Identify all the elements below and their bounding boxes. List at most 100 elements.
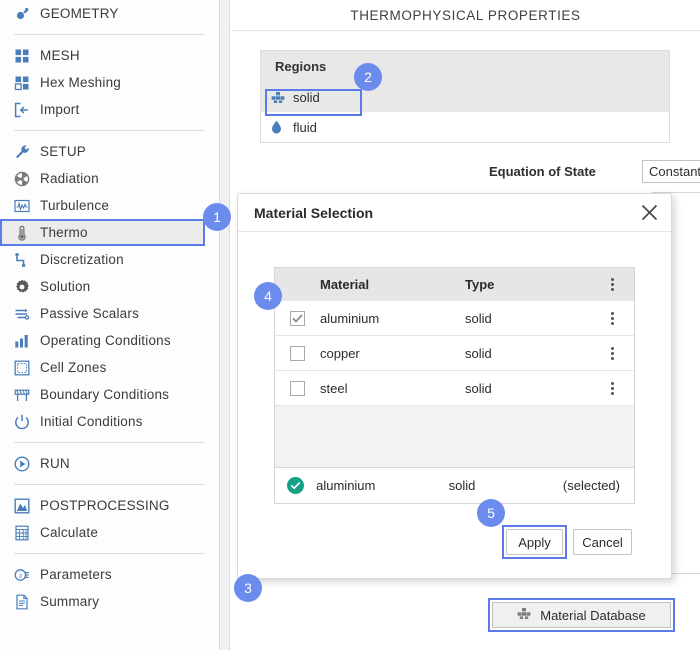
sidebar-item-summary[interactable]: Summary: [0, 588, 219, 615]
sidebar-item-run[interactable]: RUN: [0, 450, 219, 477]
cell-type: solid: [465, 310, 492, 326]
summary-icon: [14, 592, 40, 612]
cell-type: solid: [465, 380, 492, 396]
passive-scalars-icon: [14, 304, 40, 324]
sidebar-item-import[interactable]: Import: [0, 96, 219, 123]
mesh-icon: [14, 46, 40, 66]
table-row[interactable]: aluminium solid: [275, 300, 634, 335]
material-selection-dialog: Material Selection Material Type alumini…: [237, 193, 672, 579]
calculate-icon: [14, 523, 40, 543]
sidebar-item-label: Radiation: [40, 171, 99, 186]
cell-material: steel: [320, 380, 348, 396]
sidebar-item-label: Calculate: [40, 525, 99, 540]
solid-blocks-icon: [517, 607, 531, 623]
sidebar-item-radiation[interactable]: Radiation: [0, 165, 219, 192]
kebab-menu-icon[interactable]: [590, 311, 634, 325]
region-solid-focus-highlight: [265, 89, 362, 116]
sidebar-item-label: SETUP: [40, 144, 87, 159]
sidebar-separator: [14, 34, 205, 35]
sidebar-item-label: Discretization: [40, 252, 124, 267]
table-header-row: Material Type: [275, 268, 634, 300]
page-title: THERMOPHYSICAL PROPERTIES: [231, 0, 700, 31]
sidebar-item-cell-zones[interactable]: Cell Zones: [0, 354, 219, 381]
turbulence-icon: [14, 196, 40, 216]
sidebar-item-label: Operating Conditions: [40, 333, 171, 348]
step-badge-2: 2: [354, 63, 382, 91]
kebab-menu-icon-header[interactable]: [590, 277, 634, 291]
initial-conditions-icon: [14, 412, 40, 432]
sidebar-item-label: Import: [40, 102, 80, 117]
column-header-type: Type: [465, 276, 495, 292]
check-icon: [292, 313, 303, 323]
row-checkbox-steel[interactable]: [275, 380, 320, 396]
cell-zones-icon: [14, 358, 40, 378]
sidebar-scrollbar[interactable]: [220, 0, 230, 650]
sidebar-item-label: POSTPROCESSING: [40, 498, 170, 513]
equation-of-state-value: Constant Density: [649, 164, 700, 179]
close-icon[interactable]: [627, 194, 671, 232]
import-icon: [14, 100, 40, 120]
apply-button[interactable]: Apply: [506, 529, 563, 555]
step-badge-4: 4: [254, 282, 282, 310]
boundary-conditions-icon: [14, 385, 40, 405]
selected-material-name: aluminium: [316, 478, 376, 493]
sidebar-item-label: Initial Conditions: [40, 414, 143, 429]
sidebar-item-parameters[interactable]: a Parameters: [0, 561, 219, 588]
material-database-button-label: Material Database: [540, 607, 646, 623]
sidebar-separator: [14, 442, 205, 443]
sidebar-item-boundary-conditions[interactable]: Boundary Conditions: [0, 381, 219, 408]
radiation-icon: [14, 169, 40, 189]
region-row-fluid[interactable]: fluid: [261, 112, 669, 142]
row-checkbox-copper[interactable]: [275, 345, 320, 361]
material-database-button[interactable]: Material Database: [492, 602, 671, 628]
parameters-icon: a: [14, 565, 40, 585]
sidebar: GEOMETRY MESH Hex Meshing Import SETUP Radiat…: [0, 0, 220, 650]
sidebar-separator: [14, 484, 205, 485]
sidebar-item-postprocessing[interactable]: POSTPROCESSING: [0, 492, 219, 519]
sidebar-item-discretization[interactable]: Discretization: [0, 246, 219, 273]
sidebar-item-operating-conditions[interactable]: Operating Conditions: [0, 327, 219, 354]
kebab-menu-icon[interactable]: [590, 346, 634, 360]
region-label-fluid: fluid: [293, 119, 317, 135]
sidebar-item-thermo[interactable]: Thermo: [0, 219, 205, 246]
equation-of-state-label: Equation of State: [489, 164, 596, 179]
sidebar-item-label: Passive Scalars: [40, 306, 140, 321]
sidebar-item-label: Boundary Conditions: [40, 387, 170, 402]
equation-of-state-select[interactable]: Constant Density: [642, 160, 700, 183]
sidebar-item-solution[interactable]: Solution: [0, 273, 219, 300]
water-drop-icon: [271, 120, 293, 134]
sidebar-item-passive-scalars[interactable]: Passive Scalars: [0, 300, 219, 327]
selected-material-row: aluminium solid (selected): [275, 467, 634, 503]
row-checkbox-aluminium[interactable]: [275, 310, 320, 326]
kebab-menu-icon[interactable]: [590, 381, 634, 395]
table-row[interactable]: copper solid: [275, 335, 634, 370]
step-badge-3: 3: [234, 574, 262, 602]
gear-icon: [14, 277, 40, 297]
sidebar-item-mesh[interactable]: MESH: [0, 42, 219, 69]
sidebar-item-setup[interactable]: SETUP: [0, 138, 219, 165]
green-check-icon: [275, 477, 316, 494]
cancel-button[interactable]: Cancel: [573, 529, 632, 555]
sidebar-item-label: Summary: [40, 594, 100, 609]
operating-conditions-icon: [14, 331, 40, 351]
table-row[interactable]: steel solid: [275, 370, 634, 405]
sidebar-separator: [14, 130, 205, 131]
sidebar-item-label: GEOMETRY: [40, 6, 119, 21]
sidebar-item-calculate[interactable]: Calculate: [0, 519, 219, 546]
postprocessing-icon: [14, 496, 40, 516]
sidebar-item-turbulence[interactable]: Turbulence: [0, 192, 219, 219]
hex-meshing-icon: [14, 73, 40, 93]
column-header-material: Material: [320, 276, 370, 292]
selected-status-label: (selected): [562, 478, 620, 493]
thermometer-icon: [14, 223, 40, 243]
sidebar-item-geometry[interactable]: GEOMETRY: [0, 0, 219, 27]
sidebar-item-hex-meshing[interactable]: Hex Meshing: [0, 69, 219, 96]
sidebar-item-initial-conditions[interactable]: Initial Conditions: [0, 408, 219, 435]
app-window: GEOMETRY MESH Hex Meshing Import SETUP Radiat…: [0, 0, 700, 650]
discretization-icon: [14, 250, 40, 270]
step-badge-5: 5: [477, 499, 505, 527]
sidebar-item-label: Cell Zones: [40, 360, 107, 375]
cell-material: aluminium: [320, 310, 380, 326]
sidebar-separator: [14, 553, 205, 554]
table-empty-area: [275, 405, 634, 467]
